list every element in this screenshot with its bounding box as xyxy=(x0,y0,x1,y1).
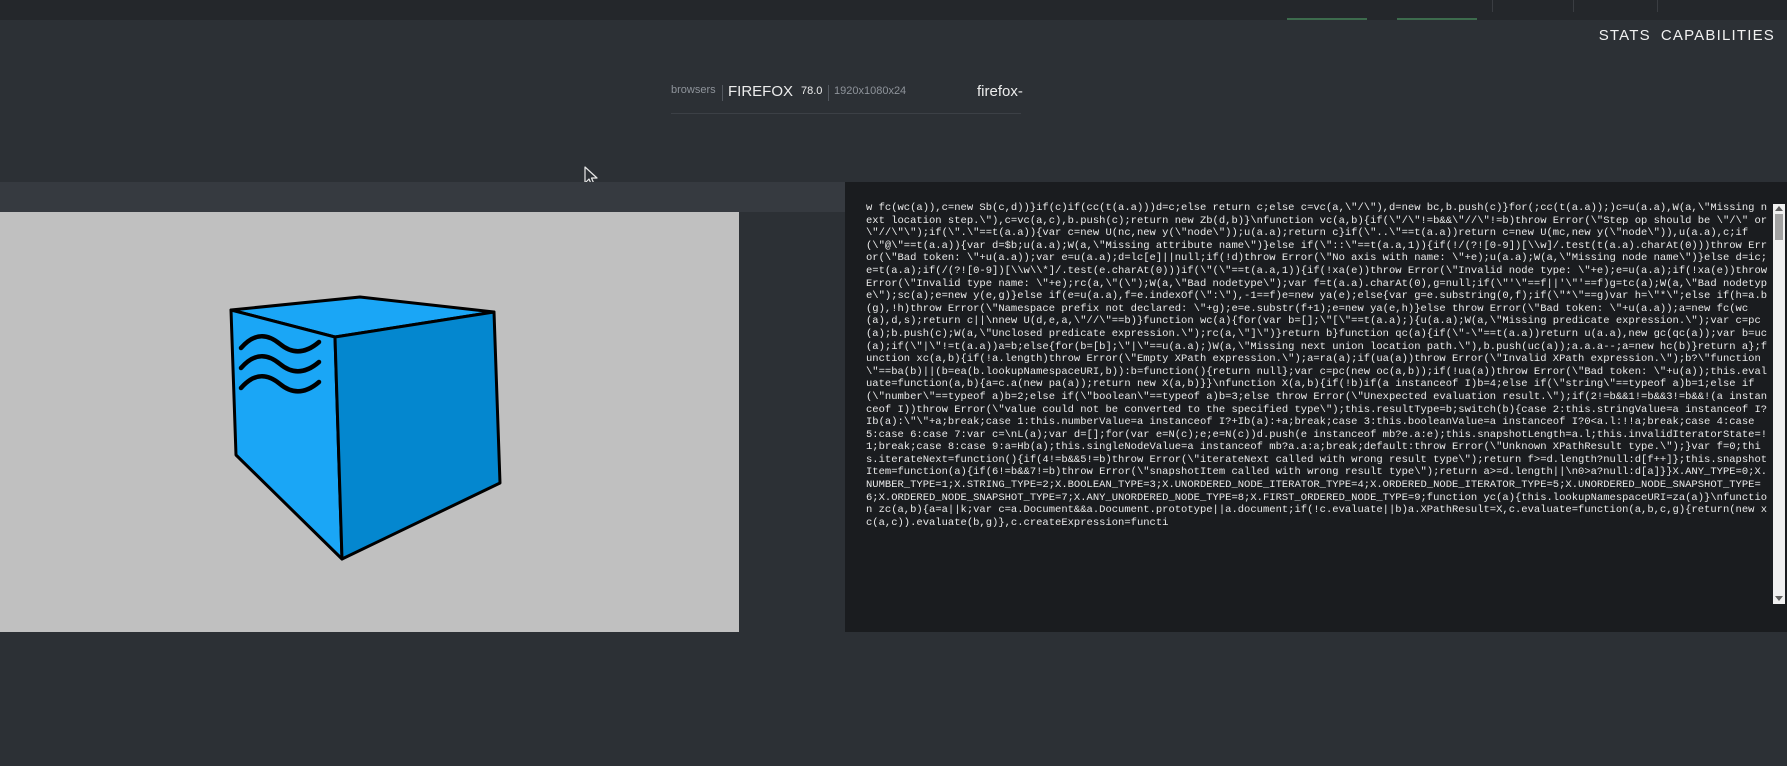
session-info: browsers FIREFOX 78.0 1920x1080x24 firef… xyxy=(671,83,1023,114)
tab-indicator[interactable] xyxy=(1287,18,1367,20)
source-code-panel: w fc(wc(a)),c=new Sb(c,d))}if(c)if(cc(t(… xyxy=(845,182,1787,632)
browsers-label: browsers xyxy=(671,84,716,96)
preview-gutter xyxy=(739,212,845,632)
source-code-text[interactable]: w fc(wc(a)),c=new Sb(c,d))}if(c)if(cc(t(… xyxy=(866,202,1768,622)
cube-right-face xyxy=(333,310,502,561)
scroll-up-icon[interactable] xyxy=(1775,206,1783,211)
nav-capabilities-link[interactable]: CAPABILITIES xyxy=(1661,27,1775,44)
divider xyxy=(722,85,723,101)
screen-preview[interactable] xyxy=(0,212,739,632)
browser-name: FIREFOX xyxy=(728,83,794,100)
session-name: firefox- xyxy=(977,83,1023,100)
code-scrollbar[interactable] xyxy=(1773,204,1785,604)
divider xyxy=(1573,0,1574,12)
divider xyxy=(1492,0,1493,12)
preview-header-strip xyxy=(0,182,845,212)
nav-stats-link[interactable]: STATS xyxy=(1599,27,1651,44)
tab-indicator[interactable] xyxy=(1397,18,1477,20)
main-nav: STATS CAPABILITIES xyxy=(1599,27,1775,44)
cube-image xyxy=(229,295,502,561)
screen-resolution: 1920x1080x24 xyxy=(834,85,907,97)
scroll-down-icon[interactable] xyxy=(1775,596,1783,601)
scroll-thumb[interactable] xyxy=(1775,214,1783,240)
browser-version: 78.0 xyxy=(801,85,823,97)
divider xyxy=(828,85,829,101)
divider xyxy=(1657,0,1658,12)
top-toolbar xyxy=(0,0,1787,20)
